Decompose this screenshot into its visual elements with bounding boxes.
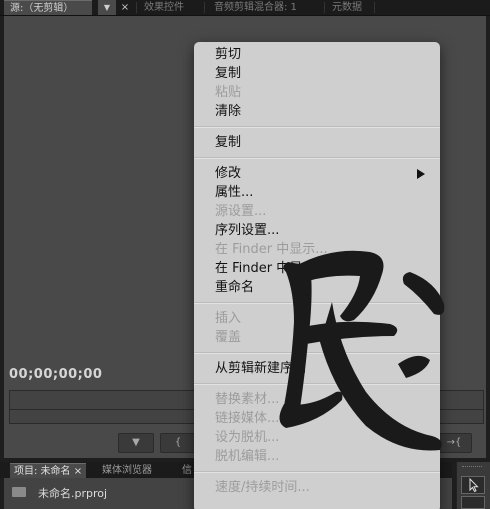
menu-separator xyxy=(194,126,440,128)
close-icon[interactable]: × xyxy=(74,466,82,477)
selection-tool-button[interactable] xyxy=(461,476,485,494)
tab-divider xyxy=(324,2,325,13)
menu-item-speed-duration[interactable]: 速度/持续时间... xyxy=(215,479,310,496)
top-tab-bar: 源:（无剪辑） ▼ × 效果控件 音频剪辑混合器: 1 元数据 xyxy=(0,0,490,16)
tab-effect-controls[interactable]: 效果控件 xyxy=(138,0,190,15)
menu-item-properties[interactable]: 属性... xyxy=(215,184,253,201)
menu-item-rename[interactable]: 重命名 xyxy=(215,279,254,296)
tab-media-browser[interactable]: 媒体浏览器 xyxy=(98,463,156,478)
timecode-display[interactable]: 00;00;00;00 xyxy=(9,367,102,382)
menu-item-clear[interactable]: 清除 xyxy=(215,103,241,120)
menu-item-duplicate[interactable]: 复制 xyxy=(215,134,241,151)
arrow-cursor-icon xyxy=(469,477,479,493)
menu-item-overwrite[interactable]: 覆盖 xyxy=(215,329,241,346)
menu-item-source-settings[interactable]: 源设置... xyxy=(215,203,266,220)
tab-divider xyxy=(374,2,375,13)
tab-metadata[interactable]: 元数据 xyxy=(326,0,368,15)
menu-item-insert[interactable]: 插入 xyxy=(215,310,241,327)
close-icon[interactable]: × xyxy=(119,0,131,15)
track-select-tool-button[interactable] xyxy=(461,496,485,509)
project-file-name[interactable]: 未命名.prproj xyxy=(38,485,107,501)
add-marker-button[interactable]: ▼ xyxy=(118,433,154,453)
calligraphy-watermark xyxy=(279,250,445,451)
source-dropdown-icon[interactable]: ▼ xyxy=(98,0,116,15)
tab-divider xyxy=(204,2,205,13)
menu-item-paste[interactable]: 粘贴 xyxy=(215,84,241,101)
mark-in-button[interactable]: { xyxy=(160,433,196,453)
menu-item-cut[interactable]: 剪切 xyxy=(215,46,241,63)
tab-audio-clip-mixer[interactable]: 音频剪辑混合器: 1 xyxy=(208,0,303,15)
submenu-arrow-icon xyxy=(417,169,425,179)
tab-project-label: 项目: 未命名 xyxy=(14,466,71,477)
tab-source[interactable]: 源:（无剪辑） xyxy=(4,0,92,15)
menu-item-modify[interactable]: 修改 xyxy=(215,165,241,182)
panel-grip-icon[interactable] xyxy=(462,466,482,468)
tab-project[interactable]: 项目: 未命名 × xyxy=(10,463,87,478)
menu-item-copy[interactable]: 复制 xyxy=(215,65,241,82)
tab-divider xyxy=(136,2,137,13)
menu-separator xyxy=(194,471,440,473)
folder-icon xyxy=(12,487,26,497)
menu-separator xyxy=(194,157,440,159)
